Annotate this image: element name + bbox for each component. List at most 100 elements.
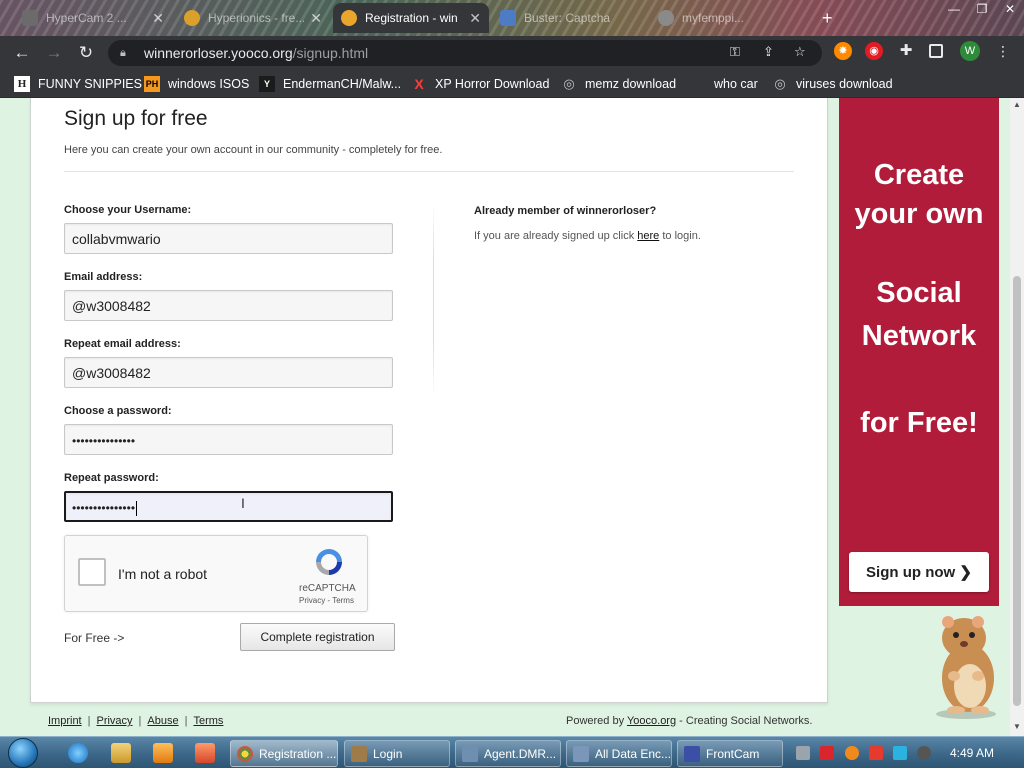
bookmark-viruses[interactable]: ◎ viruses download xyxy=(772,76,892,92)
bookmark-label: who car xyxy=(714,77,758,91)
recaptcha-checkbox[interactable] xyxy=(78,558,106,586)
scrollbar-thumb[interactable] xyxy=(1013,276,1021,706)
window-controls: — ❐ ✕ xyxy=(940,0,1024,20)
taskbar-window-agent[interactable]: Agent.DMR... xyxy=(455,740,561,767)
tab-buster[interactable]: Buster: Captcha xyxy=(492,3,646,33)
close-icon[interactable]: ✕ xyxy=(469,10,481,27)
yooco-link[interactable]: Yooco.org xyxy=(627,715,676,727)
reload-icon[interactable]: ↻ xyxy=(70,37,102,69)
bookmark-who-car[interactable]: who car xyxy=(714,76,758,92)
start-button[interactable] xyxy=(8,738,38,768)
footer-privacy-link[interactable]: Privacy xyxy=(96,715,132,727)
ph-icon: PH xyxy=(144,76,160,92)
page-title: Sign up for free xyxy=(64,107,208,130)
maximize-icon[interactable]: ❐ xyxy=(968,0,996,18)
password-input[interactable]: ••••••••••••••• xyxy=(64,424,393,455)
yooco-favicon-icon xyxy=(341,10,357,26)
taskbar-clock[interactable]: 4:49 AM xyxy=(950,746,994,760)
ad-line: your own xyxy=(854,198,984,230)
ad-line: for Free! xyxy=(860,407,978,439)
footer-abuse-link[interactable]: Abuse xyxy=(147,715,178,727)
new-tab-button[interactable]: + xyxy=(814,3,838,33)
email-input[interactable]: @w3008482 xyxy=(64,290,393,321)
complete-registration-button[interactable]: Complete registration xyxy=(240,623,395,651)
bookmarks-bar: H FUNNY SNIPPIES PH windows ISOS Y Ender… xyxy=(0,70,1024,98)
login-here-link[interactable]: here xyxy=(637,230,659,242)
tray-network-icon[interactable] xyxy=(796,746,810,760)
recaptcha-widget: I'm not a robot reCAPTCHA Privacy - Term… xyxy=(64,535,368,612)
tab-title: Registration - win xyxy=(365,11,458,25)
extension-burst-icon[interactable]: ✸ xyxy=(834,42,852,60)
tab-hyperionics[interactable]: Hyperionics - fre... ✕ xyxy=(176,3,330,33)
hamster-mascot-icon xyxy=(936,616,996,719)
recaptcha-terms[interactable]: Privacy - Terms xyxy=(299,596,354,605)
menu-kebab-icon[interactable]: ⋮ xyxy=(994,42,1012,60)
y-icon: Y xyxy=(259,76,275,92)
username-input[interactable]: collabvmwario xyxy=(64,223,393,254)
social-network-ad[interactable]: Create your own Social Network for Free!… xyxy=(839,98,999,606)
tray-flag-icon[interactable] xyxy=(869,746,883,760)
bookmark-label: memz download xyxy=(585,77,677,91)
ad-sign-up-button[interactable]: Sign up now ❯ xyxy=(849,552,989,592)
password-repeat-value: ••••••••••••••• xyxy=(72,501,136,515)
recaptcha-logo-icon xyxy=(316,549,342,575)
tab-myfemppi[interactable]: myfemppi... xyxy=(650,3,810,33)
internet-explorer-icon[interactable] xyxy=(68,743,88,763)
close-icon[interactable]: ✕ xyxy=(152,10,164,27)
tray-monitor-icon[interactable] xyxy=(893,746,907,760)
address-bar[interactable]: 🔒︎ winnerorloser.yooco.org/signup.html xyxy=(108,40,822,66)
tray-record-icon[interactable] xyxy=(917,746,931,760)
recaptcha-brand: reCAPTCHA xyxy=(299,583,356,594)
bookmark-xp-horror[interactable]: X XP Horror Download xyxy=(411,76,549,92)
taskbar-window-label: FrontCam xyxy=(706,746,760,761)
extension-record-icon[interactable]: ◉ xyxy=(865,42,883,60)
share-icon[interactable]: ⇪ xyxy=(763,44,774,60)
login-hint-text-end: to login. xyxy=(659,230,701,242)
close-window-icon[interactable]: ✕ xyxy=(996,0,1024,18)
forward-arrow-icon[interactable]: → xyxy=(38,37,70,69)
bookmark-windows-isos[interactable]: PH windows ISOS xyxy=(144,76,249,92)
scroll-up-icon[interactable]: ▲ xyxy=(1010,100,1024,112)
bookmark-memz[interactable]: ◎ memz download xyxy=(561,76,676,92)
tray-v-icon[interactable] xyxy=(820,746,834,760)
key-icon[interactable]: ⚿ xyxy=(730,44,740,60)
footer-links: Imprint | Privacy | Abuse | Terms xyxy=(48,715,223,727)
frontcam-icon xyxy=(684,745,700,762)
column-divider xyxy=(433,203,434,398)
media-player-icon[interactable] xyxy=(153,743,173,763)
tab-hypercam[interactable]: HyperCam 2 ... ✕ xyxy=(14,3,172,33)
recaptcha-label: I'm not a robot xyxy=(118,566,208,582)
profile-avatar[interactable]: W xyxy=(960,41,980,61)
footer-terms-link[interactable]: Terms xyxy=(193,715,223,727)
taskbar-window-label: All Data Enc... xyxy=(595,746,672,761)
taskbar-window-registration[interactable]: Registration ... xyxy=(230,740,338,767)
email-repeat-input[interactable]: @w3008482 xyxy=(64,357,393,388)
extensions-puzzle-icon[interactable]: ✚ xyxy=(897,42,915,60)
scroll-down-icon[interactable]: ▼ xyxy=(1010,722,1024,734)
sidebar-panel-icon[interactable] xyxy=(929,44,943,58)
taskbar-window-all-data[interactable]: All Data Enc... xyxy=(566,740,672,767)
password-repeat-input[interactable]: ••••••••••••••• xyxy=(64,491,393,522)
bookmark-star-icon[interactable]: ☆ xyxy=(794,44,806,60)
ad-line: Social xyxy=(876,277,962,309)
page-scrollbar[interactable]: ▲ ▼ xyxy=(1010,98,1024,736)
login-hint-text: If you are already signed up click xyxy=(474,230,638,242)
minimize-icon[interactable]: — xyxy=(940,0,968,18)
bookmark-funny-snippies[interactable]: H FUNNY SNIPPIES xyxy=(14,76,142,92)
folder-icon[interactable] xyxy=(111,743,131,763)
footer-separator: | xyxy=(138,715,142,727)
bookmark-label: XP Horror Download xyxy=(435,77,550,91)
taskbar-window-login[interactable]: Login xyxy=(344,740,450,767)
back-arrow-icon[interactable]: ← xyxy=(6,37,38,69)
already-member-heading: Already member of winnerorloser? xyxy=(474,205,657,217)
taskbar-window-frontcam[interactable]: FrontCam xyxy=(677,740,783,767)
close-icon[interactable]: ✕ xyxy=(310,10,322,27)
footer-separator: | xyxy=(87,715,91,727)
bookmark-label: FUNNY SNIPPIES xyxy=(38,77,142,91)
bookmark-endermanch[interactable]: Y EndermanCH/Malw... xyxy=(259,76,401,92)
email-label: Email address: xyxy=(64,271,143,283)
tab-registration[interactable]: Registration - win ✕ xyxy=(333,3,489,33)
tray-search-icon[interactable] xyxy=(845,746,859,760)
footer-imprint-link[interactable]: Imprint xyxy=(48,715,82,727)
app-icon[interactable] xyxy=(195,743,215,763)
